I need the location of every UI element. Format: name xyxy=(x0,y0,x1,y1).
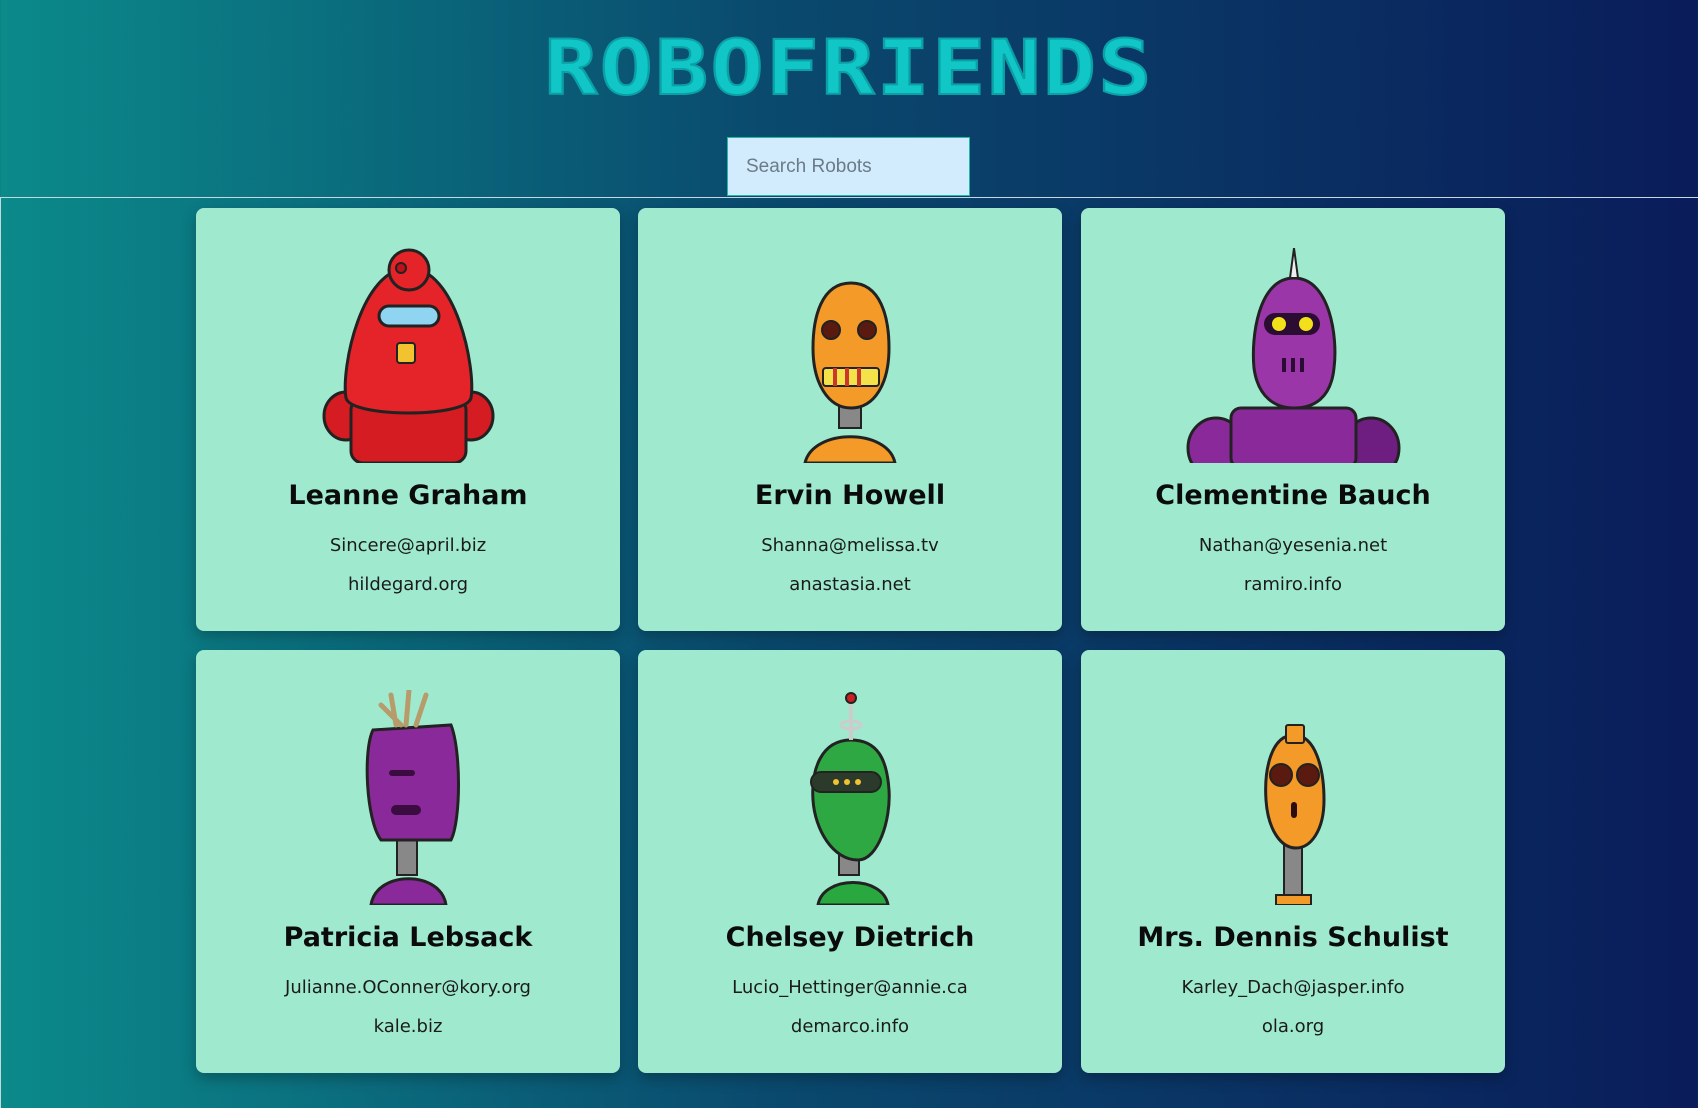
robot-name: Leanne Graham xyxy=(288,480,528,511)
robot-card: Clementine Bauch Nathan@yesenia.net rami… xyxy=(1081,208,1505,631)
robot-website: hildegard.org xyxy=(347,574,469,595)
robot-card: Patricia Lebsack Julianne.OConner@kory.o… xyxy=(196,650,620,1073)
orange-robot-avatar xyxy=(1264,724,1326,905)
green-robot-avatar xyxy=(810,692,891,905)
app-logo-title: ROBOFRIENDS xyxy=(543,23,1154,112)
robot-name: Patricia Lebsack xyxy=(283,922,533,953)
robot-email: Nathan@yesenia.net xyxy=(1198,535,1388,556)
robot-website: anastasia.net xyxy=(789,574,911,595)
header: ROBOFRIENDS xyxy=(0,0,1698,197)
orange-robot-avatar xyxy=(803,281,897,463)
robot-name: Chelsey Dietrich xyxy=(725,922,975,953)
robot-email: Shanna@melissa.tv xyxy=(761,535,939,556)
robot-website: kale.biz xyxy=(373,1016,443,1037)
robot-email: Sincere@april.biz xyxy=(329,535,487,556)
purple-robot-avatar xyxy=(365,690,460,905)
robot-name: Ervin Howell xyxy=(754,480,946,511)
robot-card: Chelsey Dietrich Lucio_Hettinger@annie.c… xyxy=(638,650,1062,1073)
robot-name: Mrs. Dennis Schulist xyxy=(1137,922,1449,953)
red-robot-avatar xyxy=(322,248,495,463)
robot-website: ramiro.info xyxy=(1243,574,1343,595)
robot-card: Mrs. Dennis Schulist Karley_Dach@jasper.… xyxy=(1081,650,1505,1073)
robot-email: Karley_Dach@jasper.info xyxy=(1181,977,1405,998)
robot-email: Julianne.OConner@kory.org xyxy=(285,977,531,998)
robot-website: ola.org xyxy=(1261,1016,1325,1037)
robot-website: demarco.info xyxy=(790,1016,910,1037)
robot-card: Ervin Howell Shanna@melissa.tv anastasia… xyxy=(638,208,1062,631)
robot-email: Lucio_Hettinger@annie.ca xyxy=(732,977,968,998)
robot-card: Leanne Graham Sincere@april.biz hildegar… xyxy=(196,208,620,631)
robot-name: Clementine Bauch xyxy=(1155,480,1431,511)
purple-robot-avatar xyxy=(1186,248,1401,463)
robot-card-list[interactable]: Leanne Graham Sincere@april.biz hildegar… xyxy=(0,197,1698,1108)
search-input[interactable] xyxy=(727,137,970,196)
